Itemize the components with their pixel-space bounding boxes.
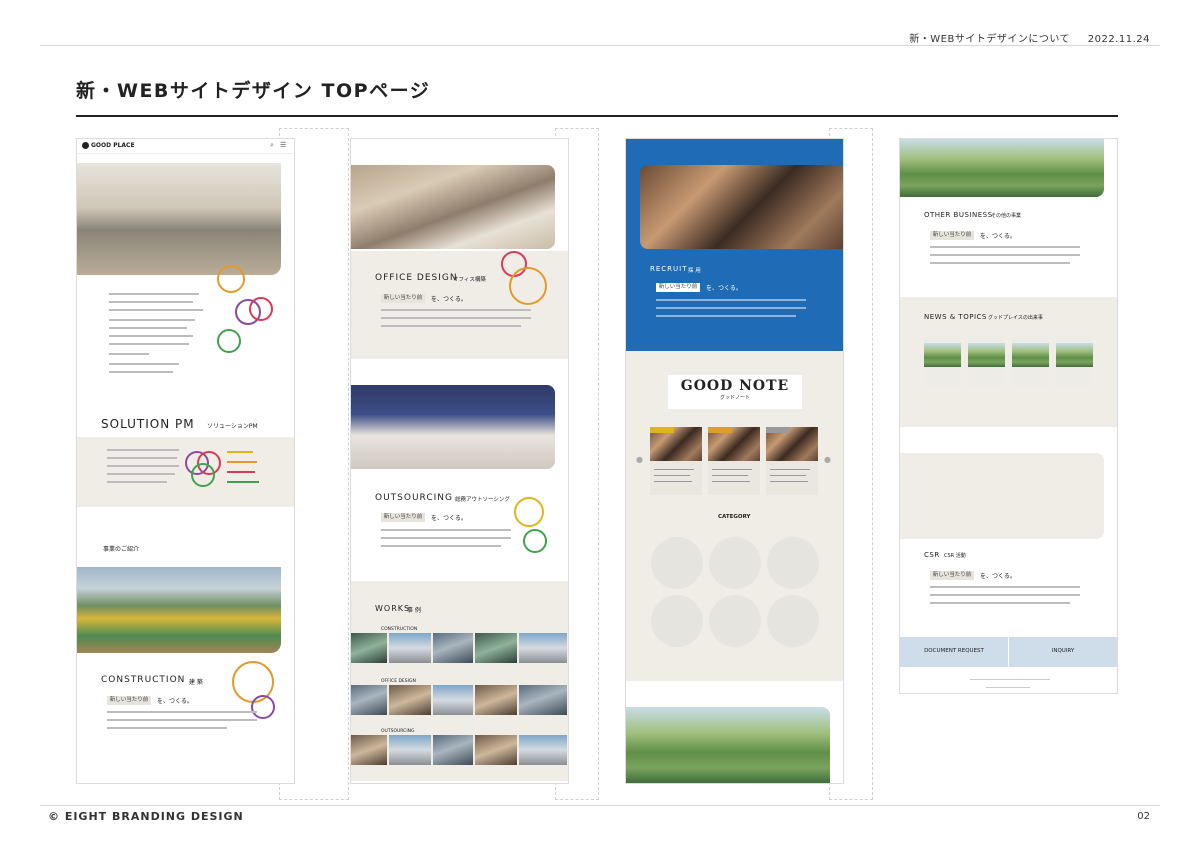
- other-title: OTHER BUSINESS: [924, 211, 993, 219]
- document-date: 2022.11.24: [1087, 34, 1150, 45]
- recruit-title: RECRUIT: [650, 265, 688, 273]
- mockup-column-4: OTHER BUSINESS その他の事業 新しい当たり前 を、つくる。 NEW…: [899, 138, 1118, 694]
- category-item[interactable]: [767, 537, 819, 589]
- hero-photo: [77, 163, 281, 275]
- tagline-pill: 新しい当たり前: [381, 513, 425, 522]
- news-card[interactable]: [1056, 335, 1093, 387]
- csr-title: CSR: [924, 551, 940, 559]
- page-number: 02: [1137, 811, 1150, 822]
- menu-icon: ☰: [280, 141, 287, 149]
- tagline-pill: 新しい当たり前: [656, 283, 700, 292]
- document-title: 新・WEBサイトデザインについて: [909, 34, 1071, 45]
- category-title: CATEGORY: [718, 514, 751, 520]
- note-card[interactable]: [650, 427, 702, 495]
- works-row-label: CONSTRUCTION: [381, 627, 418, 632]
- construction-sub: 建 築: [189, 679, 203, 686]
- tagline-rest: を、つくる。: [431, 296, 467, 303]
- news-card[interactable]: [1012, 335, 1049, 387]
- recruit-sub: 採 用: [688, 268, 701, 274]
- inquiry-button[interactable]: INQUIRY: [1009, 637, 1117, 667]
- construction-title: CONSTRUCTION: [101, 675, 186, 685]
- works-row-label: OUTSOURCING: [381, 729, 415, 734]
- construction-photo: [77, 567, 281, 653]
- nature-photo: [626, 707, 830, 783]
- tagline-pill: 新しい当たり前: [930, 571, 974, 580]
- document-request-button[interactable]: DOCUMENT REQUEST: [900, 637, 1008, 667]
- tagline-rest: を、つくる。: [980, 573, 1016, 580]
- category-item[interactable]: [709, 537, 761, 589]
- mockup-column-3: RECRUIT 採 用 新しい当たり前 を、つくる。 GOOD NOTE グッド…: [625, 138, 844, 784]
- carousel-next-icon[interactable]: ●: [824, 455, 831, 464]
- news-title: NEWS & TOPICS: [924, 313, 987, 321]
- csr-placeholder: [900, 453, 1104, 539]
- works-title: WORKS: [375, 604, 411, 613]
- works-row-label: OFFICE DESIGN: [381, 679, 416, 684]
- tagline-rest: を、つくる。: [157, 698, 193, 705]
- outsourcing-title: OUTSOURCING: [375, 493, 454, 503]
- other-business-photo: [900, 139, 1104, 197]
- header-divider: [40, 45, 1160, 46]
- title-rule: [76, 115, 1118, 117]
- category-item[interactable]: [651, 595, 703, 647]
- tagline-rest: を、つくる。: [431, 515, 467, 522]
- news-card[interactable]: [924, 335, 961, 387]
- note-card[interactable]: [766, 427, 818, 495]
- tagline-pill: 新しい当たり前: [381, 294, 425, 303]
- tagline-pill: 新しい当たり前: [107, 696, 151, 705]
- outsourcing-sub: 総務アウトソーシング: [455, 497, 510, 503]
- tagline-pill: 新しい当たり前: [930, 231, 974, 240]
- note-card[interactable]: [708, 427, 760, 495]
- ring-orange: [217, 265, 245, 293]
- ring-green: [217, 329, 241, 353]
- solution-band: [77, 437, 294, 507]
- mock-navbar: GOOD PLACE ⌕ ☰: [77, 139, 294, 154]
- business-intro: 事業のご紹介: [103, 546, 140, 553]
- solution-title: SOLUTION PM: [101, 417, 195, 431]
- footer-divider: [40, 805, 1160, 806]
- mock-logo: GOOD PLACE: [91, 142, 135, 149]
- csr-sub: CSR 活動: [944, 553, 966, 559]
- category-item[interactable]: [709, 595, 761, 647]
- doc-request-label: DOCUMENT REQUEST: [924, 648, 984, 654]
- document-header: 新・WEBサイトデザインについて 2022.11.24: [909, 30, 1150, 45]
- logo-icon: [82, 142, 89, 149]
- ring-red: [249, 297, 273, 321]
- carousel-prev-icon[interactable]: ●: [636, 455, 643, 464]
- search-icon: ⌕: [270, 141, 274, 149]
- goodnote-title: GOOD NOTE: [680, 378, 790, 394]
- news-sub: グッドプレイスの出来事: [988, 315, 1043, 321]
- tagline-rest: を、つくる。: [980, 233, 1016, 240]
- footer-copyright: © EIGHT BRANDING DESIGN: [48, 810, 244, 823]
- office-sub: オフィス構築: [453, 277, 486, 283]
- solution-sub: ソリューションPM: [207, 423, 258, 430]
- goodnote-logo: GOOD NOTE グッドノート: [668, 375, 802, 409]
- recruit-photo: [640, 165, 843, 249]
- tagline-rest: を、つくる。: [706, 285, 742, 292]
- office-band: [351, 251, 568, 359]
- page-title: 新・WEBサイトデザイン TOPページ: [76, 80, 431, 102]
- other-sub: その他の事業: [991, 213, 1022, 219]
- mockup-column-1: GOOD PLACE ⌕ ☰ SOLUTION PM ソリューションPM 事業の…: [76, 138, 295, 784]
- news-card[interactable]: [968, 335, 1005, 387]
- works-sub: 事 例: [407, 607, 421, 614]
- category-item[interactable]: [767, 595, 819, 647]
- inquiry-label: INQUIRY: [1051, 648, 1075, 654]
- outsourcing-photo: [351, 385, 555, 469]
- goodnote-sub: グッドノート: [720, 395, 750, 401]
- category-item[interactable]: [651, 537, 703, 589]
- office-photo: [351, 165, 555, 249]
- office-title: OFFICE DESIGN: [375, 273, 458, 283]
- mockup-column-2: OFFICE DESIGN オフィス構築 新しい当たり前 を、つくる。 OUTS…: [350, 138, 569, 784]
